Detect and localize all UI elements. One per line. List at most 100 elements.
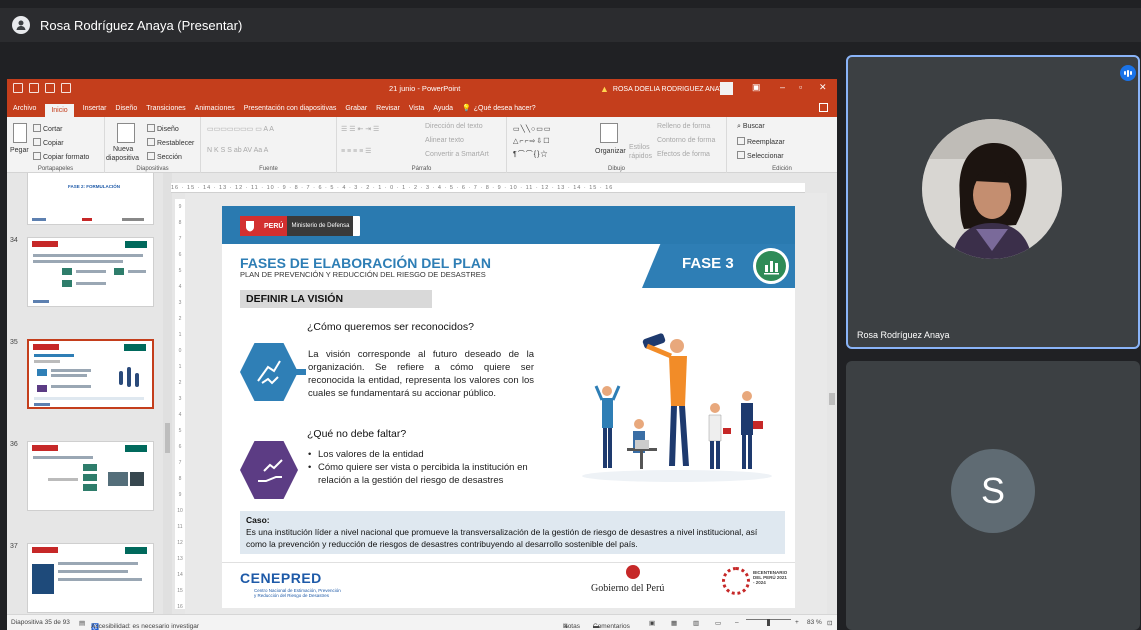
undo-icon[interactable] <box>29 83 39 93</box>
reading-view-icon[interactable]: ▥ <box>693 619 699 627</box>
zoom-level[interactable]: 83 % <box>807 619 822 626</box>
slide-canvas: 9 8 7 6 5 4 3 2 1 0 1 2 3 4 5 6 7 8 9 10 11 12 13 14 15 16 PERÚ M… <box>175 193 827 614</box>
slide-subtitle: PLAN DE PREVENCIÓN Y REDUCCIÓN DEL RIESG… <box>240 270 486 279</box>
list-item: Cómo quiere ser vista o percibida la ins… <box>308 461 538 487</box>
presenter-label: Rosa Rodríguez Anaya (Presentar) <box>40 17 243 33</box>
zoom-in-icon[interactable]: + <box>795 619 799 626</box>
font-name-box[interactable]: ▭▭▭▭▭▭▭ ▭ A A <box>207 125 274 133</box>
scrollbar-thumb[interactable] <box>829 393 835 405</box>
slide-scrollbar[interactable] <box>827 173 837 614</box>
replace-icon <box>737 137 745 145</box>
cut-button[interactable]: Cortar <box>33 124 62 133</box>
slide-thumbnail[interactable] <box>27 441 154 511</box>
paste-button[interactable]: Pegar <box>10 147 29 154</box>
tell-me-search[interactable]: 💡 ¿Qué desea hacer? <box>462 104 536 113</box>
reset-button[interactable]: Restablecer <box>147 138 194 147</box>
group-drawing: ▭╲╲○▭▭ △⌐⌐⇨⇩☐ ¶⌒⌒{}☆ Organizar Estilos r… <box>507 117 727 173</box>
font-format-buttons[interactable]: N K S S ab AV Aa A <box>207 147 268 154</box>
align-buttons[interactable]: ≡ ≡ ≡ ≡ ☰ <box>341 147 371 155</box>
format-painter-button[interactable]: Copiar formato <box>33 152 89 161</box>
quick-styles-label-1[interactable]: Estilos <box>629 144 650 151</box>
participant-tile-speaking[interactable]: Rosa Rodríguez Anaya <box>846 55 1140 349</box>
group-label-font: Fuente <box>259 166 278 172</box>
account-area[interactable]: ▲ ROSA DOELIA RODRIGUEZ ANAYA <box>600 84 728 94</box>
group-label-slides: Diapositivas <box>136 166 169 172</box>
requirements-list: Los valores de la entidad Cómo quiere se… <box>308 448 538 487</box>
person-icon <box>16 20 26 30</box>
slide-thumbnail-selected[interactable] <box>27 339 154 409</box>
tab-presentacion[interactable]: Presentación con diapositivas <box>244 105 337 112</box>
section-button[interactable]: Sección <box>147 152 182 161</box>
text-direction-button[interactable]: Dirección del texto <box>425 123 483 130</box>
restore-icon[interactable]: ▫ <box>799 82 802 92</box>
tab-transiciones[interactable]: Transiciones <box>146 105 185 112</box>
shape-effects-button[interactable]: Efectos de forma <box>657 151 710 158</box>
thumbnails-scrollbar[interactable] <box>163 173 172 614</box>
find-button[interactable]: ⌕ Buscar <box>737 123 765 131</box>
list-buttons[interactable]: ☰ ☰ ⇤ ⇥ ☰ <box>341 125 379 133</box>
new-slide-icon[interactable] <box>117 123 135 143</box>
shapes-gallery-row3[interactable]: ¶⌒⌒{}☆ <box>513 149 548 159</box>
redo-icon[interactable] <box>45 83 55 93</box>
account-avatar-icon[interactable] <box>720 82 733 95</box>
spellcheck-icon[interactable]: ▤ <box>79 619 85 627</box>
present-icon[interactable] <box>61 83 71 93</box>
shapes-gallery-row2[interactable]: △⌐⌐⇨⇩☐ <box>513 137 551 145</box>
close-icon[interactable]: ✕ <box>819 82 827 93</box>
select-button[interactable]: Seleccionar <box>737 151 784 160</box>
layout-button[interactable]: Diseño <box>147 124 179 133</box>
ribbon-display-icon[interactable]: ▣ <box>752 82 761 93</box>
comments-icon[interactable] <box>819 103 828 112</box>
sorter-view-icon[interactable]: ▦ <box>671 619 677 627</box>
group-label-editing: Edición <box>772 166 792 172</box>
tab-revisar[interactable]: Revisar <box>376 105 400 112</box>
tab-inicio[interactable]: Inicio <box>45 103 74 117</box>
slide-counter: Diapositiva 35 de 93 <box>11 619 70 626</box>
quick-styles-label-2[interactable]: rápidos <box>629 153 652 160</box>
slide-thumbnail[interactable] <box>27 543 154 613</box>
cursor-icon <box>737 151 745 159</box>
save-icon[interactable] <box>13 83 23 93</box>
zoom-slider-handle[interactable] <box>767 619 770 626</box>
group-slides: Nueva diapositiva Diseño Restablecer Sec… <box>105 117 201 173</box>
tab-vista[interactable]: Vista <box>409 105 424 112</box>
shape-fill-button[interactable]: Relleno de forma <box>657 123 710 130</box>
scrollbar-thumb[interactable] <box>165 423 170 453</box>
thumb-caption: FASE 2: FORMULACIÓN <box>68 184 121 189</box>
thumb-number: 34 <box>10 237 18 244</box>
meeting-screen: { "meeting": {"presenter_label": "Rosa R… <box>0 0 1141 630</box>
shape-outline-button[interactable]: Contorno de forma <box>657 137 715 144</box>
participant-tile[interactable]: S <box>846 361 1140 630</box>
tab-grabar[interactable]: Grabar <box>345 105 367 112</box>
arrange-button[interactable]: Organizar <box>595 148 626 155</box>
copy-button[interactable]: Copiar <box>33 138 64 147</box>
current-slide[interactable]: PERÚ Ministerio de Defensa FASE 3 FASES … <box>222 206 795 608</box>
align-text-button[interactable]: Alinear texto <box>425 137 464 144</box>
thumb-number: 36 <box>10 441 18 448</box>
fit-slide-icon[interactable]: ⊡ <box>827 619 832 627</box>
copy-icon <box>33 138 41 146</box>
vertical-ruler: 9 8 7 6 5 4 3 2 1 0 1 2 3 4 5 6 7 8 9 10 11 12 13 14 15 16 <box>175 199 185 609</box>
status-bar: Diapositiva 35 de 93 ▤ ♿ Accesibilidad: … <box>7 614 837 630</box>
tab-diseno[interactable]: Diseño <box>115 105 137 112</box>
tab-animaciones[interactable]: Animaciones <box>195 105 235 112</box>
slideshow-view-icon[interactable]: ▭ <box>715 619 721 627</box>
arrange-icon[interactable] <box>600 123 618 143</box>
shapes-gallery[interactable]: ▭╲╲○▭▭ <box>513 125 552 133</box>
replace-button[interactable]: Reemplazar <box>737 137 785 146</box>
cenepred-subtitle: Centro Nacional de Estimación, Prevenció… <box>254 588 341 598</box>
slide-thumbnail[interactable] <box>27 237 154 307</box>
paste-icon[interactable] <box>13 123 27 143</box>
new-slide-label-1[interactable]: Nueva <box>113 146 133 153</box>
new-slide-label-2[interactable]: diapositiva <box>106 155 139 162</box>
normal-view-icon[interactable]: ▣ <box>649 619 655 627</box>
slide-thumbnail[interactable]: FASE 2: FORMULACIÓN <box>27 173 154 225</box>
smartart-button[interactable]: Convertir a SmartArt <box>425 151 489 158</box>
tab-ayuda[interactable]: Ayuda <box>433 105 453 112</box>
minimize-icon[interactable]: – <box>780 82 785 92</box>
tab-archivo[interactable]: Archivo <box>13 105 36 112</box>
presenter-bar: Rosa Rodríguez Anaya (Presentar) <box>0 8 1141 42</box>
team-vision-illustration <box>582 333 772 482</box>
zoom-out-icon[interactable]: – <box>735 619 739 626</box>
tab-insertar[interactable]: Insertar <box>83 105 107 112</box>
